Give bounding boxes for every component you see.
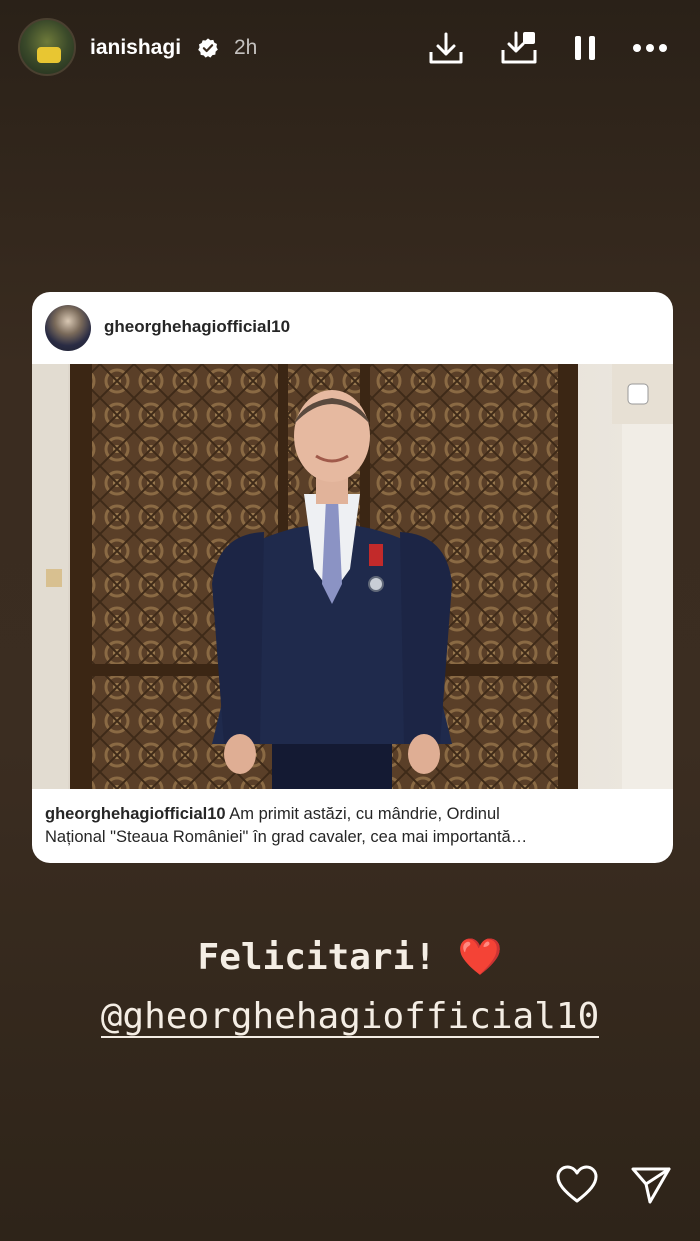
caption-text-line1: Am primit astăzi, cu mândrie, Ordinul [225,805,500,823]
heart-icon[interactable] [554,1162,600,1208]
red-heart-emoji-icon: ❤️ [457,937,503,978]
shared-post-caption: gheorghehagiofficial10 Am primit astăzi,… [45,803,665,849]
profile-avatar[interactable] [18,18,76,76]
greeting-text: Felicitari! [197,937,458,978]
mention-link[interactable]: @gheorghehagiofficial10 [100,998,600,1038]
download-icon[interactable] [426,28,466,68]
send-icon[interactable] [628,1162,674,1208]
shared-post-photo[interactable] [32,364,673,789]
verified-badge-icon [198,38,218,58]
save-to-device-icon[interactable] [499,28,539,68]
story-header: ianishagi 2h [0,0,700,100]
story-username[interactable]: ianishagi [90,36,181,60]
shared-post-header: gheorghehagiofficial10 [32,292,673,364]
shared-post-username[interactable]: gheorghehagiofficial10 [104,317,290,337]
story-time: 2h [234,36,258,59]
pause-icon[interactable] [565,28,605,68]
shared-post-avatar[interactable] [45,305,91,351]
caption-username[interactable]: gheorghehagiofficial10 [45,805,226,823]
more-options-icon[interactable] [630,28,670,68]
avatar-badge [37,47,61,63]
caption-text-line2: Național "Steaua României" în grad caval… [45,828,528,846]
story-text: Felicitari! ❤️ @gheorghehagiofficial10 [0,936,700,1038]
shared-post-card[interactable]: gheorghehagiofficial10 gheorghehagioffic… [32,292,673,863]
